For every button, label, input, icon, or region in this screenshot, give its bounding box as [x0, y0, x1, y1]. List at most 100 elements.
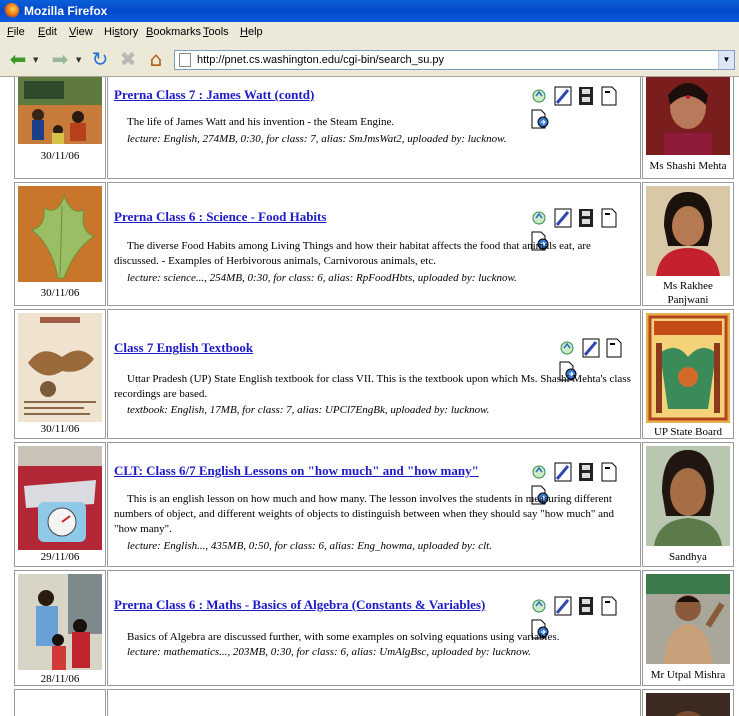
menu-help[interactable]: Help	[240, 26, 263, 38]
document-icon[interactable]	[601, 86, 617, 109]
navigation-toolbar: ⬅ ▼ ➡ ▼ ↻ ✖ ⌂ http://pnet.cs.washington.…	[0, 43, 739, 77]
menu-file[interactable]: File	[7, 26, 25, 38]
menu-bookmarks[interactable]: Bookmarks	[146, 26, 201, 38]
result-meta: lecture: mathematics..., 203MB, 0:30, fo…	[127, 646, 531, 658]
thumbnail-cell	[14, 689, 106, 716]
upload-date: 29/11/06	[40, 551, 80, 563]
action-icons	[528, 596, 636, 639]
person-photo[interactable]	[646, 77, 730, 155]
classroom-thumbnail[interactable]	[18, 574, 102, 670]
back-arrow-icon[interactable]: ⬅	[6, 48, 30, 70]
action-icons	[556, 338, 636, 381]
thumbnail-cell: 30/11/06	[14, 77, 106, 179]
document-icon[interactable]	[606, 338, 622, 361]
weighing-scale-thumbnail[interactable]	[18, 446, 102, 550]
result-row	[0, 689, 739, 716]
video-film-icon[interactable]	[578, 596, 594, 619]
url-text[interactable]: http://pnet.cs.washington.edu/cgi-bin/se…	[197, 51, 444, 69]
details-cell: Prerna Class 7 : James Watt (contd) The …	[107, 77, 641, 179]
details-cell: Prerna Class 6 : Science - Food Habits T…	[107, 182, 641, 306]
page-content: 30/11/06 Prerna Class 7 : James Watt (co…	[0, 77, 739, 716]
person-name: Mr Utpal Mishra	[650, 669, 726, 681]
result-row: 29/11/06 CLT: Class 6/7 English Lessons …	[0, 442, 739, 567]
back-dropdown-icon[interactable]: ▼	[33, 56, 38, 64]
edit-pencil-icon[interactable]	[554, 86, 572, 109]
upload-date: 30/11/06	[40, 423, 80, 435]
person-photo[interactable]	[646, 693, 730, 716]
menu-tools[interactable]: Tools	[203, 26, 229, 38]
thumbnail-cell: 30/11/06	[14, 182, 106, 306]
edit-pencil-icon[interactable]	[582, 338, 600, 361]
edit-pencil-icon[interactable]	[554, 462, 572, 485]
person-cell: Sandhya	[642, 442, 734, 567]
upload-date: 30/11/06	[40, 150, 80, 162]
result-row: 30/11/06 Prerna Class 7 : James Watt (co…	[0, 77, 739, 179]
title-bar: Mozilla Firefox	[0, 0, 739, 22]
person-name: Sandhya	[669, 551, 707, 563]
result-row: 30/11/06 Prerna Class 6 : Science - Food…	[0, 182, 739, 306]
firefox-logo-icon	[4, 3, 19, 18]
details-cell: Class 7 English Textbook Uttar Pradesh (…	[107, 309, 641, 439]
stop-icon[interactable]: ✖	[116, 48, 140, 70]
person-cell: Mr Utpal Mishra	[642, 570, 734, 686]
menu-view[interactable]: View	[69, 26, 93, 38]
result-title-link[interactable]: Class 7 English Textbook	[114, 340, 253, 356]
menu-history[interactable]: History	[104, 26, 138, 38]
thumbnail-cell: 30/11/06	[14, 309, 106, 439]
person-cell	[642, 689, 734, 716]
person-name: UP State Board	[653, 426, 723, 438]
upload-date: 30/11/06	[40, 287, 80, 299]
forward-dropdown-icon[interactable]: ▼	[76, 56, 81, 64]
result-description: Uttar Pradesh (UP) State English textboo…	[114, 373, 631, 400]
details-cell: CLT: Class 6/7 English Lessons on "how m…	[107, 442, 641, 567]
result-meta: textbook: English, 17MB, for class: 7, a…	[127, 404, 490, 416]
url-dropdown-icon[interactable]: ▼	[718, 51, 734, 69]
result-description: This is an english lesson on how much an…	[114, 493, 615, 535]
page-icon	[179, 53, 191, 67]
result-title-link[interactable]: Prerna Class 7 : James Watt (contd)	[114, 87, 314, 103]
forward-arrow-icon[interactable]: ➡	[48, 48, 72, 70]
person-photo[interactable]	[646, 574, 730, 664]
menu-edit[interactable]: Edit	[38, 26, 57, 38]
book-cover-photo[interactable]	[646, 313, 730, 423]
result-title-link[interactable]: Prerna Class 6 : Maths - Basics of Algeb…	[114, 597, 485, 613]
result-row: 30/11/06 Class 7 English Textbook Uttar …	[0, 309, 739, 439]
action-icons	[528, 86, 636, 129]
recycle-icon[interactable]	[531, 596, 547, 617]
result-title-link[interactable]: CLT: Class 6/7 English Lessons on "how m…	[114, 463, 479, 479]
recycle-icon[interactable]	[531, 462, 547, 483]
result-meta: lecture: English..., 435MB, 0:50, for cl…	[127, 540, 492, 552]
document-icon[interactable]	[601, 208, 617, 231]
classroom-thumbnail[interactable]	[18, 77, 102, 144]
video-film-icon[interactable]	[578, 208, 594, 231]
video-film-icon[interactable]	[578, 86, 594, 109]
recycle-icon[interactable]	[531, 208, 547, 229]
result-description: The diverse Food Habits among Living Thi…	[114, 240, 591, 267]
textbook-thumbnail[interactable]	[18, 313, 102, 422]
leaf-thumbnail[interactable]	[18, 186, 102, 282]
result-description: The life of James Watt and his invention…	[127, 116, 395, 128]
person-cell: Ms Shashi Mehta	[642, 77, 734, 179]
document-icon[interactable]	[601, 462, 617, 485]
edit-pencil-icon[interactable]	[554, 596, 572, 619]
result-description: Basics of Algebra are discussed further,…	[127, 631, 560, 643]
recycle-icon[interactable]	[559, 338, 575, 359]
thumbnail-cell: 28/11/06	[14, 570, 106, 686]
result-row: 28/11/06 Prerna Class 6 : Maths - Basics…	[0, 570, 739, 686]
result-meta: lecture: science..., 254MB, 0:30, for cl…	[127, 272, 517, 284]
document-icon[interactable]	[601, 596, 617, 619]
person-photo[interactable]	[646, 446, 730, 546]
video-film-icon[interactable]	[578, 462, 594, 485]
person-photo[interactable]	[646, 186, 730, 276]
reload-icon[interactable]: ↻	[88, 48, 112, 70]
home-icon[interactable]: ⌂	[144, 48, 168, 70]
recycle-icon[interactable]	[531, 86, 547, 107]
url-bar[interactable]: http://pnet.cs.washington.edu/cgi-bin/se…	[174, 50, 735, 70]
result-title-link[interactable]: Prerna Class 6 : Science - Food Habits	[114, 209, 326, 225]
window-title: Mozilla Firefox	[24, 4, 108, 18]
details-cell: Prerna Class 6 : Maths - Basics of Algeb…	[107, 570, 641, 686]
menu-bar: File Edit View History Bookmarks Tools H…	[0, 22, 739, 42]
person-cell: UP State Board	[642, 309, 734, 439]
edit-pencil-icon[interactable]	[554, 208, 572, 231]
result-meta: lecture: English, 274MB, 0:30, for class…	[127, 133, 507, 145]
